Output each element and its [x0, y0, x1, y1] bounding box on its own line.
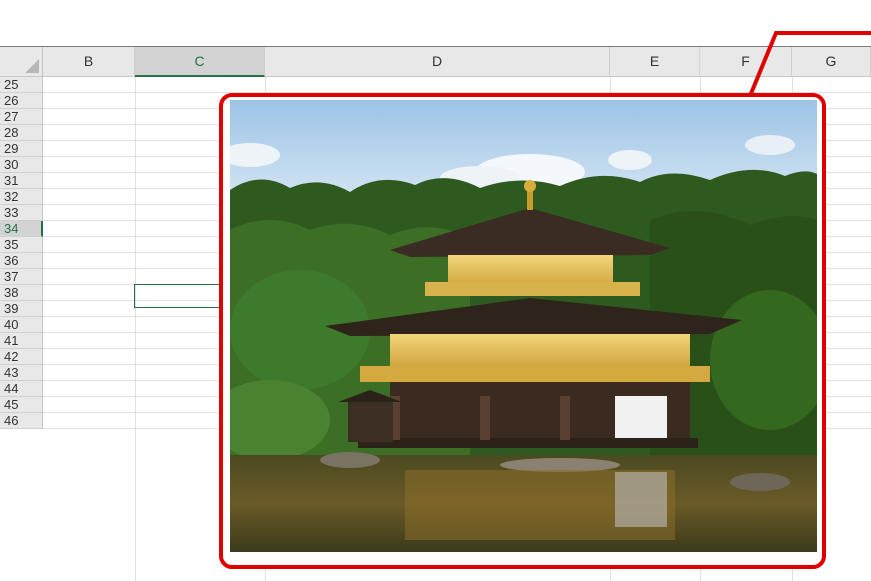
row-header-42[interactable]: 42: [0, 349, 43, 365]
active-cell-c34[interactable]: [134, 284, 232, 308]
row-header-40[interactable]: 40: [0, 317, 43, 333]
column-header-b[interactable]: B: [43, 47, 135, 77]
row-header-25[interactable]: 25: [0, 77, 43, 93]
row-header-32[interactable]: 32: [0, 189, 43, 205]
column-header-e[interactable]: E: [610, 47, 700, 77]
select-all-corner[interactable]: [0, 47, 43, 77]
row-header-31[interactable]: 31: [0, 173, 43, 189]
row-header-33[interactable]: 33: [0, 205, 43, 221]
row-header-35[interactable]: 35: [0, 237, 43, 253]
row-header-27[interactable]: 27: [0, 109, 43, 125]
row-header-26[interactable]: 26: [0, 93, 43, 109]
picture-icon: [230, 100, 817, 552]
gridline-col-b-right: [135, 77, 136, 581]
column-header-f[interactable]: F: [700, 47, 792, 77]
row-header-34[interactable]: 34: [0, 221, 43, 237]
select-all-triangle-icon: [25, 59, 39, 73]
row-header-45[interactable]: 45: [0, 397, 43, 413]
row-header-39[interactable]: 39: [0, 301, 43, 317]
row-header-29[interactable]: 29: [0, 141, 43, 157]
row-header-30[interactable]: 30: [0, 157, 43, 173]
row-header-41[interactable]: 41: [0, 333, 43, 349]
inserted-picture[interactable]: [230, 100, 817, 552]
row-header-46[interactable]: 46: [0, 413, 43, 429]
row-header-43[interactable]: 43: [0, 365, 43, 381]
column-header-d[interactable]: D: [265, 47, 610, 77]
row-header-37[interactable]: 37: [0, 269, 43, 285]
row-header-44[interactable]: 44: [0, 381, 43, 397]
column-header-c[interactable]: C: [135, 47, 265, 77]
column-header-g[interactable]: G: [792, 47, 871, 77]
row-header-38[interactable]: 38: [0, 285, 43, 301]
row-header-36[interactable]: 36: [0, 253, 43, 269]
row-header-28[interactable]: 28: [0, 125, 43, 141]
